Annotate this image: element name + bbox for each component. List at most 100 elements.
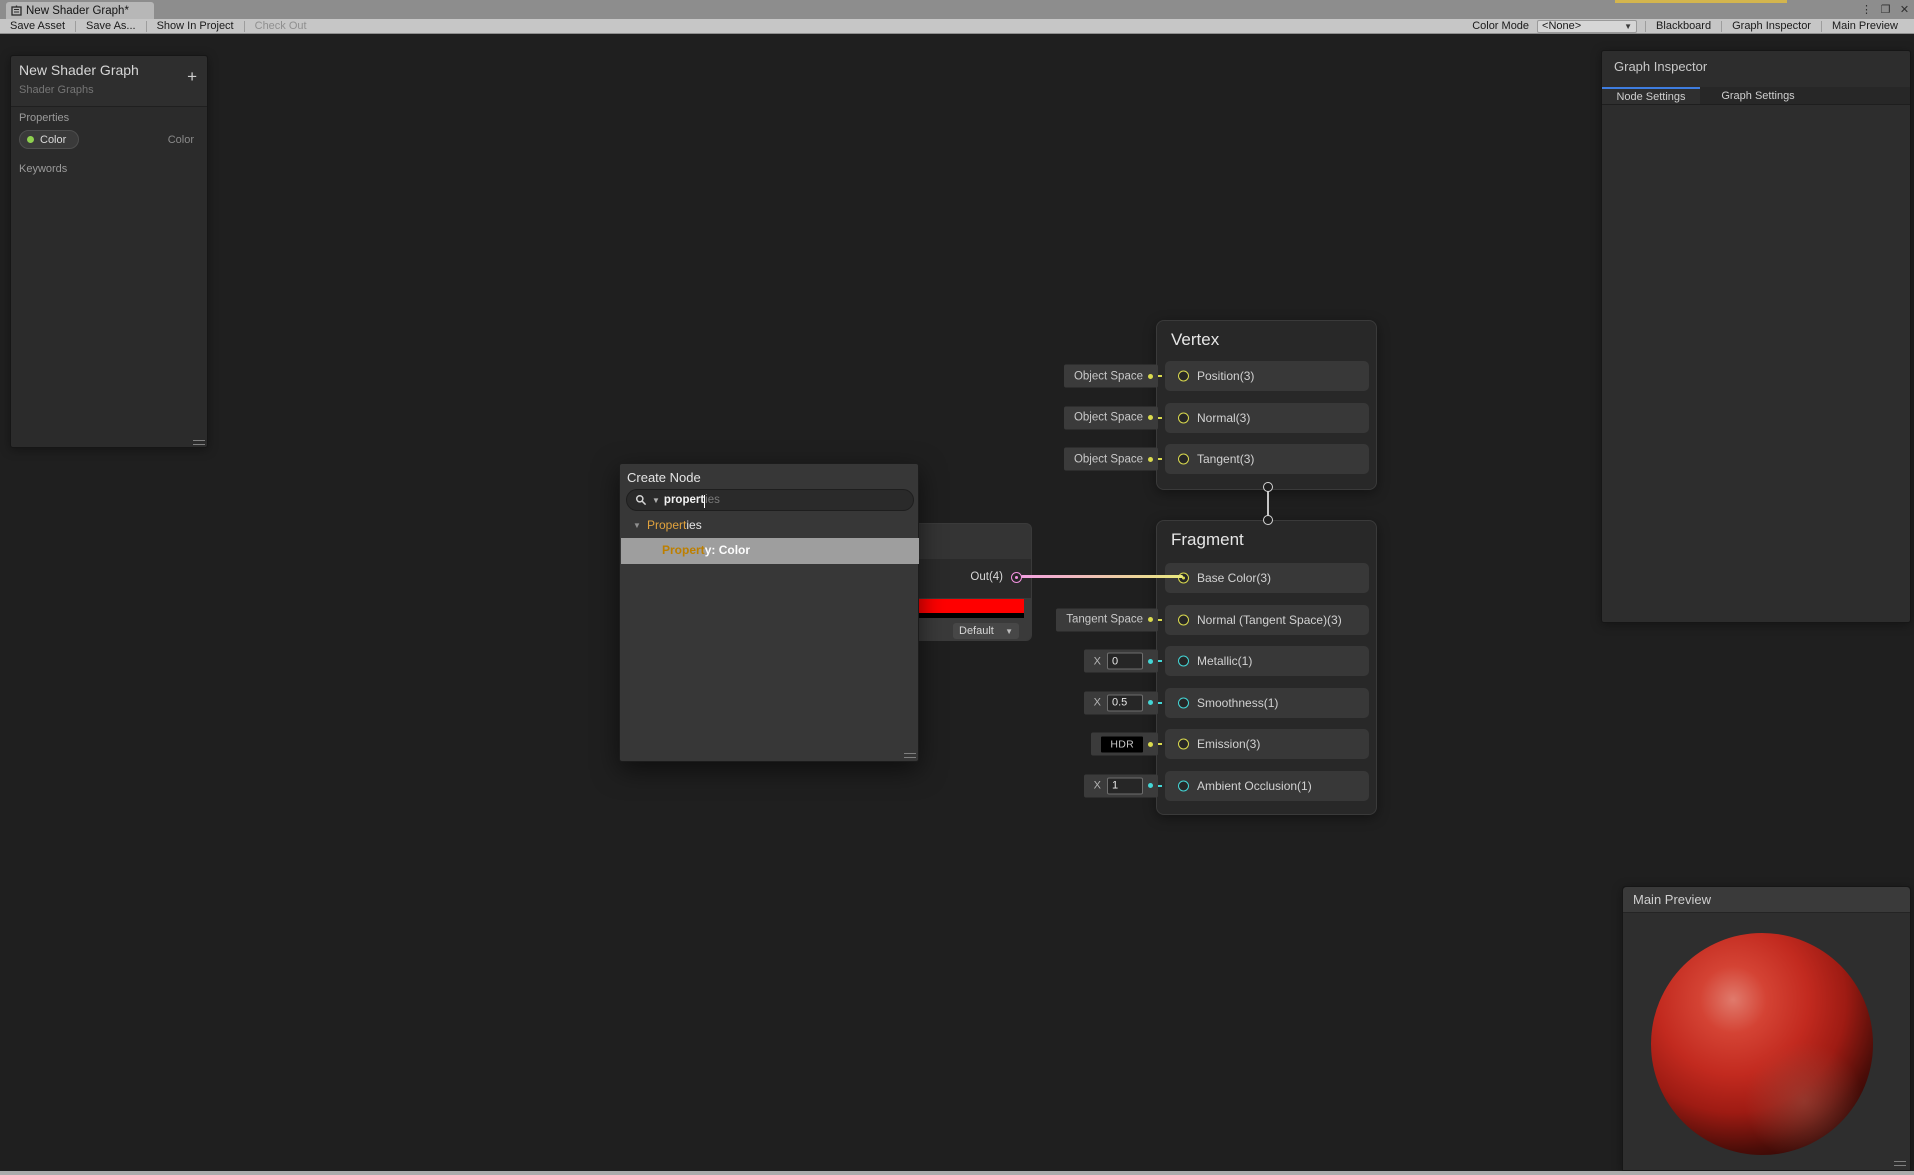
port[interactable] bbox=[1178, 453, 1189, 465]
search-autocomplete-suggestion: ies bbox=[705, 494, 720, 506]
port[interactable] bbox=[1178, 697, 1189, 708]
port[interactable] bbox=[1178, 780, 1189, 791]
vertex-node-rows: Position(3) Object Space Normal(3) Object S… bbox=[1063, 361, 1369, 474]
chip-port-dot bbox=[1148, 783, 1153, 788]
property-pill-color[interactable]: Color bbox=[19, 130, 80, 149]
chip-port-dot bbox=[1148, 415, 1153, 420]
default-space-chip[interactable]: Object Space bbox=[1063, 364, 1158, 388]
chevron-down-icon: ▼ bbox=[1624, 21, 1633, 31]
port[interactable] bbox=[1178, 412, 1189, 423]
category-match-text: Propert bbox=[647, 518, 687, 532]
vertex-master-node[interactable]: Vertex Position(3) Object Space Normal(3) O… bbox=[1063, 320, 1377, 490]
color-mode-label: Color Mode bbox=[1472, 20, 1530, 32]
x-component-label: X bbox=[1093, 779, 1101, 792]
main-preview-toggle-button[interactable]: Main Preview bbox=[1822, 19, 1908, 33]
property-name: Color bbox=[40, 133, 67, 146]
check-out-button: Check Out bbox=[254, 20, 307, 32]
out-port-connected[interactable] bbox=[1011, 572, 1022, 583]
default-space-chip[interactable]: Object Space bbox=[1063, 447, 1158, 471]
create-node-search-input[interactable]: ▼ propert ies bbox=[626, 489, 914, 511]
hdr-swatch[interactable]: HDR bbox=[1101, 736, 1143, 752]
chip-port-dot bbox=[1148, 700, 1153, 705]
port-label: Normal (Tangent Space)(3) bbox=[1197, 612, 1342, 627]
node-title: Vertex bbox=[1171, 330, 1220, 349]
window-close-icon[interactable]: ✕ bbox=[1897, 3, 1912, 16]
result-rest-text: y: Color bbox=[704, 543, 751, 557]
window-menu-icon[interactable]: ⋮ bbox=[1859, 3, 1874, 16]
blackboard-panel: New Shader Graph Shader Graphs + Propert… bbox=[10, 55, 208, 448]
default-value-chip[interactable]: X1 bbox=[1083, 774, 1158, 797]
color-mode-dropdown[interactable]: <None> ▼ bbox=[1537, 19, 1638, 33]
vertex-output-connector-icon[interactable] bbox=[1263, 482, 1273, 492]
preview-sphere[interactable] bbox=[1651, 933, 1873, 1155]
port-label: Base Color(3) bbox=[1197, 571, 1272, 585]
node-port-row[interactable]: Base Color(3) bbox=[1165, 563, 1369, 593]
chip-port-dot bbox=[1148, 617, 1153, 622]
shader-graph-icon bbox=[11, 5, 22, 16]
port[interactable] bbox=[1178, 614, 1189, 625]
color-swatch-red[interactable] bbox=[904, 599, 1024, 613]
properties-section-label: Properties bbox=[19, 112, 70, 124]
property-type-label: Color bbox=[167, 134, 194, 146]
foldout-triangle-icon[interactable]: ▼ bbox=[633, 521, 641, 530]
node-port-row[interactable]: Normal (Tangent Space)(3) Tangent Space bbox=[1056, 604, 1369, 635]
blackboard-header: New Shader Graph Shader Graphs + bbox=[11, 56, 207, 107]
save-asset-button[interactable]: Save Asset bbox=[0, 19, 75, 33]
port[interactable] bbox=[1178, 655, 1189, 667]
node-title: Fragment bbox=[1171, 530, 1244, 549]
chip-port-dot bbox=[1148, 658, 1153, 664]
add-property-button[interactable]: + bbox=[187, 68, 197, 85]
value-field[interactable]: 1 bbox=[1107, 777, 1143, 794]
graph-inspector-toggle-button[interactable]: Graph Inspector bbox=[1722, 19, 1821, 33]
edge-color-to-base-color[interactable] bbox=[1021, 575, 1183, 578]
node-port-row[interactable]: Metallic(1) X 0 bbox=[1083, 646, 1369, 676]
search-filter-chevron-icon[interactable]: ▼ bbox=[652, 496, 660, 505]
port-label: Emission(3) bbox=[1197, 737, 1261, 751]
tab-graph-settings[interactable]: Graph Settings bbox=[1708, 87, 1808, 104]
node-port-row[interactable]: Ambient Occlusion(1) X 1 bbox=[1083, 770, 1369, 801]
main-preview-header[interactable]: Main Preview bbox=[1623, 887, 1910, 913]
document-tab[interactable]: New Shader Graph* bbox=[6, 2, 154, 19]
shader-graph-toolbar: Save Asset Save As... Show In Project Ch… bbox=[0, 19, 1914, 34]
port-label: Smoothness(1) bbox=[1197, 695, 1279, 710]
value-field[interactable]: 0 bbox=[1107, 652, 1143, 670]
node-port-row[interactable]: Emission(3) HDR bbox=[1091, 729, 1369, 759]
result-row-property-color[interactable]: Property: Color bbox=[621, 538, 919, 564]
color-swatch-alpha-bar bbox=[904, 613, 1024, 618]
default-value-chip[interactable]: X0 bbox=[1083, 649, 1158, 673]
blackboard-resize-handle[interactable] bbox=[193, 440, 205, 445]
fragment-node-rows: Base Color(3) Normal (Tangent Space)(3) Ta… bbox=[1056, 563, 1369, 801]
blackboard-title: New Shader Graph bbox=[19, 62, 139, 78]
dialog-resize-handle[interactable] bbox=[904, 753, 916, 758]
graph-inspector-panel: Graph Inspector Node Settings Graph Sett… bbox=[1601, 50, 1911, 623]
show-in-project-button[interactable]: Show In Project bbox=[147, 19, 244, 33]
tab-node-settings[interactable]: Node Settings bbox=[1602, 87, 1700, 104]
result-label: Property: Color bbox=[662, 543, 750, 557]
main-preview-title: Main Preview bbox=[1633, 892, 1712, 907]
port-label: Ambient Occlusion(1) bbox=[1197, 778, 1312, 793]
node-port-row[interactable]: Smoothness(1) X 0.5 bbox=[1083, 687, 1369, 718]
window-restore-icon[interactable]: ❐ bbox=[1878, 3, 1893, 16]
main-preview-panel: Main Preview bbox=[1622, 886, 1911, 1171]
chip-port-dot bbox=[1148, 373, 1153, 379]
color-mode-default-dropdown[interactable]: Default ▼ bbox=[953, 623, 1019, 639]
port[interactable] bbox=[1178, 370, 1189, 382]
fragment-input-connector-icon[interactable] bbox=[1263, 515, 1273, 525]
node-port-row[interactable]: Normal(3) Object Space bbox=[1063, 402, 1369, 433]
save-as-button[interactable]: Save As... bbox=[76, 19, 146, 33]
window-controls: ⋮ ❐ ✕ bbox=[1859, 0, 1912, 19]
node-port-row[interactable]: Position(3) Object Space bbox=[1063, 361, 1369, 391]
preview-resize-handle[interactable] bbox=[1894, 1161, 1906, 1166]
result-match-text: Propert bbox=[662, 543, 705, 557]
default-space-chip[interactable]: Object Space bbox=[1063, 406, 1158, 429]
blackboard-toggle-button[interactable]: Blackboard bbox=[1646, 19, 1721, 33]
hdr-color-chip[interactable]: HDR bbox=[1091, 732, 1158, 756]
default-space-chip[interactable]: Tangent Space bbox=[1056, 608, 1158, 631]
value-field[interactable]: 0.5 bbox=[1107, 694, 1143, 711]
node-port-row[interactable]: Tangent(3) Object Space bbox=[1063, 444, 1369, 474]
default-value-chip[interactable]: X 0.5 bbox=[1083, 691, 1158, 714]
window-bottom-edge bbox=[0, 1171, 1914, 1175]
port[interactable] bbox=[1178, 738, 1189, 750]
fragment-master-node[interactable]: Fragment Base Color(3) Normal (Tangent Sp… bbox=[1056, 520, 1377, 815]
category-row-properties[interactable]: ▼ Properties bbox=[620, 517, 918, 535]
